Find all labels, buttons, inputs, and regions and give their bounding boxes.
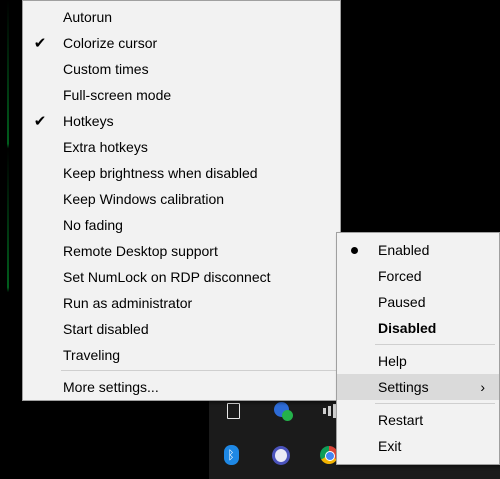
menu-item-full-screen-mode[interactable]: Full-screen mode (23, 82, 340, 108)
menu-item-no-fading[interactable]: No fading (23, 212, 340, 238)
menu-item-label: Autorun (63, 9, 113, 25)
menu-item-label: Remote Desktop support (63, 243, 218, 259)
shield-check-icon[interactable] (272, 400, 293, 421)
menu-item-remote-desktop-support[interactable]: Remote Desktop support (23, 238, 340, 264)
menu-item-colorize-cursor[interactable]: ✔ Colorize cursor (23, 30, 340, 56)
menu-item-restart[interactable]: Restart (337, 407, 499, 433)
menu-item-exit[interactable]: Exit (337, 433, 499, 459)
tray-context-menu: Enabled Forced Paused Disabled Help Sett… (336, 232, 500, 465)
menu-item-label: Custom times (63, 61, 149, 77)
menu-item-label: Hotkeys (63, 113, 114, 129)
menu-item-hotkeys[interactable]: ✔ Hotkeys (23, 108, 340, 134)
chevron-right-icon: › (480, 379, 485, 395)
menu-item-label: Run as administrator (63, 295, 193, 311)
menu-item-label: Enabled (378, 242, 430, 258)
menu-item-traveling[interactable]: Traveling (23, 342, 340, 368)
menu-item-label: Paused (378, 294, 426, 310)
menu-item-label: Set NumLock on RDP disconnect (63, 269, 271, 285)
menu-item-label: Settings (378, 379, 429, 395)
menu-item-label: Restart (378, 412, 424, 428)
menu-item-more-settings[interactable]: More settings... (23, 374, 340, 400)
desktop-edge-line (7, 0, 9, 479)
menu-item-label: Exit (378, 438, 402, 454)
menu-item-autorun[interactable]: Autorun (23, 4, 340, 30)
menu-item-enabled[interactable]: Enabled (337, 237, 499, 263)
menu-separator (375, 344, 495, 345)
menu-item-label: Full-screen mode (63, 87, 172, 103)
menu-item-keep-brightness[interactable]: Keep brightness when disabled (23, 160, 340, 186)
teams-icon[interactable] (272, 445, 290, 465)
menu-item-label: Start disabled (63, 321, 149, 337)
checkmark-icon: ✔ (33, 113, 47, 130)
menu-item-label: More settings... (63, 379, 159, 395)
menu-item-disabled[interactable]: Disabled (337, 315, 499, 341)
menu-item-help[interactable]: Help (337, 348, 499, 374)
menu-item-label: Forced (378, 268, 422, 284)
settings-submenu: Autorun ✔ Colorize cursor Custom times F… (22, 0, 341, 401)
menu-item-start-disabled[interactable]: Start disabled (23, 316, 340, 342)
menu-item-label: No fading (63, 217, 123, 233)
file-icon[interactable] (224, 402, 242, 420)
menu-item-forced[interactable]: Forced (337, 263, 499, 289)
menu-item-paused[interactable]: Paused (337, 289, 499, 315)
menu-item-label: Keep brightness when disabled (63, 165, 258, 181)
menu-item-label: Help (378, 353, 407, 369)
menu-item-label: Extra hotkeys (63, 139, 148, 155)
menu-item-label: Colorize cursor (63, 35, 158, 51)
menu-item-run-as-administrator[interactable]: Run as administrator (23, 290, 340, 316)
menu-item-set-numlock[interactable]: Set NumLock on RDP disconnect (23, 264, 340, 290)
menu-item-keep-windows-calibration[interactable]: Keep Windows calibration (23, 186, 340, 212)
menu-item-label: Traveling (63, 347, 121, 363)
menu-item-extra-hotkeys[interactable]: Extra hotkeys (23, 134, 340, 160)
checkmark-icon: ✔ (33, 35, 47, 52)
menu-item-custom-times[interactable]: Custom times (23, 56, 340, 82)
menu-item-label: Keep Windows calibration (63, 191, 225, 207)
radio-dot-icon (351, 246, 358, 254)
menu-separator (375, 403, 495, 404)
menu-item-settings[interactable]: Settings › (337, 374, 499, 400)
menu-item-label: Disabled (378, 320, 437, 336)
bluetooth-icon[interactable]: ᛒ (222, 445, 240, 465)
menu-separator (61, 370, 336, 371)
